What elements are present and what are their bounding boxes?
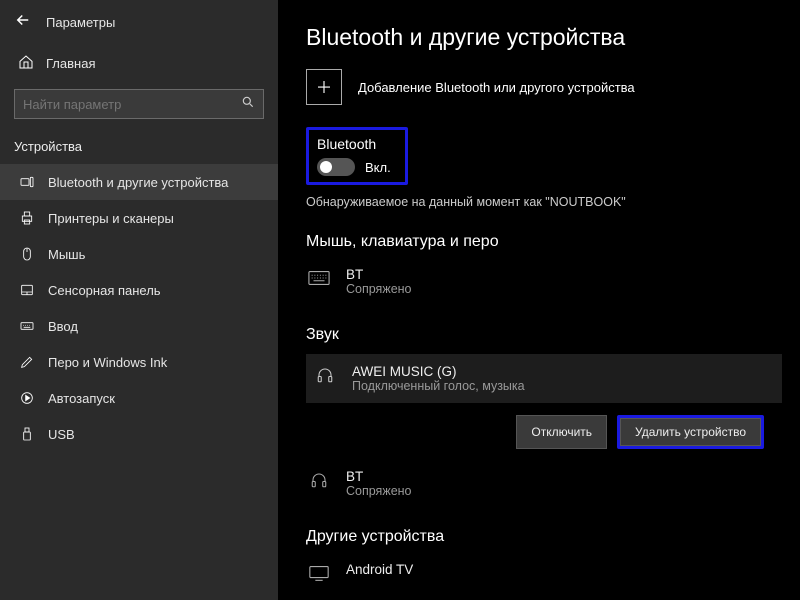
bluetooth-toggle-block: Bluetooth Вкл. [306, 127, 408, 185]
section-other-devices: Другие устройства [306, 528, 800, 546]
device-status: Сопряжено [346, 484, 412, 498]
device-bt-keyboard[interactable]: BT Сопряжено [306, 261, 800, 308]
sidebar-item-printers[interactable]: Принтеры и сканеры [0, 200, 278, 236]
bluetooth-toggle[interactable] [317, 158, 355, 176]
discoverable-text: Обнаруживаемое на данный момент как "NOU… [306, 195, 800, 209]
keyboard-icon [18, 317, 36, 335]
sidebar-item-label: Принтеры и сканеры [48, 211, 174, 226]
device-status: Сопряжено [346, 282, 412, 296]
section-sound: Звук [306, 326, 800, 344]
device-name: AWEI MUSIC (G) [352, 364, 525, 379]
remove-button-highlight: Удалить устройство [617, 415, 764, 449]
add-device-row[interactable]: Добавление Bluetooth или другого устройс… [306, 69, 800, 105]
device-awei-music[interactable]: AWEI MUSIC (G) Подключенный голос, музык… [306, 354, 782, 403]
sidebar-header: Параметры [0, 0, 278, 44]
home-link[interactable]: Главная [0, 44, 278, 83]
touchpad-icon [18, 281, 36, 299]
device-action-buttons: Отключить Удалить устройство [306, 415, 782, 449]
sidebar-item-mouse[interactable]: Мышь [0, 236, 278, 272]
display-icon [306, 562, 332, 582]
headphones-icon [306, 469, 332, 489]
remove-device-button[interactable]: Удалить устройство [620, 418, 761, 446]
device-android-tv[interactable]: Android TV [306, 556, 800, 594]
search-input[interactable] [23, 97, 255, 112]
sidebar-item-label: Bluetooth и другие устройства [48, 175, 228, 190]
pen-icon [18, 353, 36, 371]
sidebar-item-label: Мышь [48, 247, 85, 262]
add-device-label: Добавление Bluetooth или другого устройс… [358, 80, 635, 95]
device-name: BT [346, 267, 412, 282]
usb-icon [18, 425, 36, 443]
sidebar-item-label: Ввод [48, 319, 78, 334]
page-title: Bluetooth и другие устройства [306, 24, 800, 51]
disconnect-button[interactable]: Отключить [516, 415, 607, 449]
sidebar-item-label: Автозапуск [48, 391, 115, 406]
main-panel: Bluetooth и другие устройства Добавление… [278, 0, 800, 600]
search-icon [241, 95, 255, 114]
device-name: BT [346, 469, 412, 484]
sidebar-item-usb[interactable]: USB [0, 416, 278, 452]
bluetooth-heading: Bluetooth [315, 136, 391, 152]
device-bt-audio[interactable]: BT Сопряжено [306, 463, 800, 510]
section-mouse-keyboard-pen: Мышь, клавиатура и перо [306, 233, 800, 251]
back-icon[interactable] [14, 11, 32, 34]
mouse-icon [18, 245, 36, 263]
sidebar-item-bluetooth[interactable]: Bluetooth и другие устройства [0, 164, 278, 200]
home-icon [18, 54, 34, 73]
sidebar-item-autoplay[interactable]: Автозапуск [0, 380, 278, 416]
bluetooth-toggle-state: Вкл. [365, 160, 391, 175]
sidebar: Параметры Главная Устройства Bluetooth и… [0, 0, 278, 600]
keyboard-icon [306, 267, 332, 287]
sidebar-item-label: Перо и Windows Ink [48, 355, 167, 370]
device-name: Android TV [346, 562, 413, 577]
headphones-icon [312, 364, 338, 384]
bluetooth-devices-icon [18, 173, 36, 191]
sidebar-item-touchpad[interactable]: Сенсорная панель [0, 272, 278, 308]
home-label: Главная [46, 56, 95, 71]
autoplay-icon [18, 389, 36, 407]
sidebar-item-pen[interactable]: Перо и Windows Ink [0, 344, 278, 380]
search-input-wrap[interactable] [14, 89, 264, 119]
window-title: Параметры [46, 15, 115, 30]
plus-icon [306, 69, 342, 105]
printer-icon [18, 209, 36, 227]
sidebar-item-label: USB [48, 427, 75, 442]
sidebar-item-label: Сенсорная панель [48, 283, 161, 298]
device-status: Подключенный голос, музыка [352, 379, 525, 393]
sidebar-section-label: Устройства [0, 133, 278, 164]
sidebar-item-typing[interactable]: Ввод [0, 308, 278, 344]
